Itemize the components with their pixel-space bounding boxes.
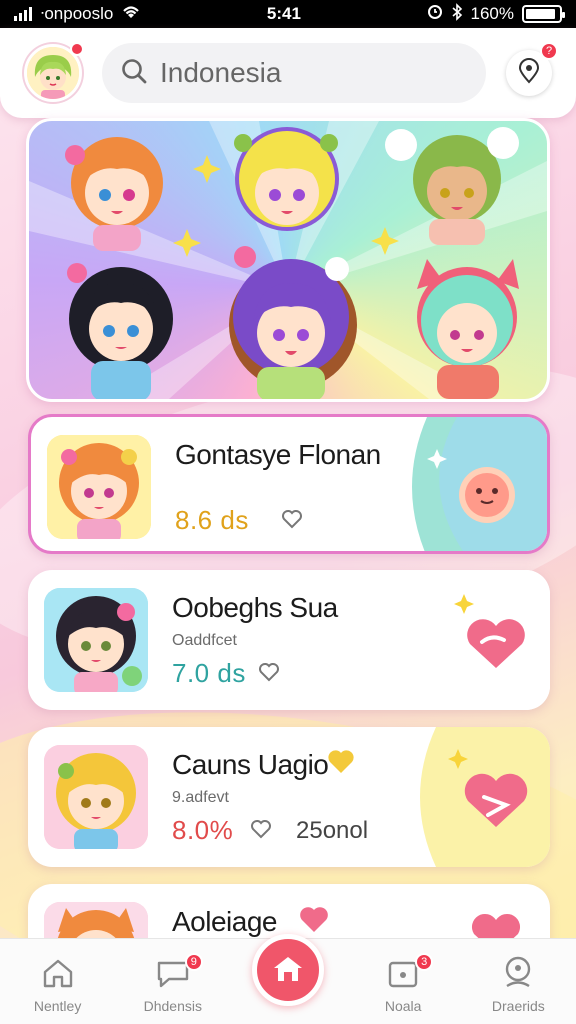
battery-percent: 160% bbox=[470, 4, 514, 23]
nav-badge: 3 bbox=[415, 953, 434, 971]
carrier-label: ᐧonpooslo bbox=[40, 4, 114, 23]
heart-icon bbox=[326, 747, 356, 780]
character-green bbox=[385, 127, 519, 245]
location-pin-icon bbox=[517, 57, 541, 89]
clock: 5:41 bbox=[266, 4, 301, 23]
card-title: Cauns Uagio bbox=[172, 749, 329, 780]
heart-outline-icon bbox=[281, 509, 303, 534]
heart-outline-icon bbox=[258, 662, 280, 687]
banner-illustration bbox=[29, 121, 547, 399]
nav-label: Noala bbox=[384, 998, 422, 1014]
thumbnail bbox=[47, 435, 151, 539]
card-decoration bbox=[397, 417, 547, 551]
nav-item-chat[interactable]: 9 Dhdensis bbox=[123, 953, 223, 1014]
search-bar[interactable] bbox=[102, 43, 486, 103]
signal-icon bbox=[14, 7, 32, 21]
alarm-icon bbox=[427, 4, 443, 25]
nav-label: Draerids bbox=[491, 998, 545, 1014]
card-decoration bbox=[400, 727, 550, 867]
profile-avatar-button[interactable] bbox=[24, 42, 84, 102]
nav-badge: 9 bbox=[184, 953, 203, 971]
card-extra: 25onol bbox=[296, 817, 369, 844]
home-icon bbox=[271, 954, 305, 987]
featured-banner[interactable] bbox=[26, 118, 550, 402]
nav-item-center-home[interactable] bbox=[238, 934, 338, 1014]
thumbnail bbox=[44, 588, 148, 692]
wifi-icon bbox=[121, 4, 141, 25]
list-item[interactable]: Oobeghs Sua Oaddfcet 7.0 ds bbox=[28, 570, 550, 710]
profile-icon bbox=[501, 955, 535, 992]
nav-item-calendar[interactable]: 3 Noala bbox=[353, 953, 453, 1014]
app-header: ? bbox=[0, 28, 576, 118]
card-subtitle: 9.adfevt bbox=[172, 789, 229, 806]
nav-item-profile[interactable]: Draerids bbox=[468, 955, 568, 1014]
bluetooth-icon bbox=[451, 2, 463, 26]
nav-label: Dhdensis bbox=[143, 998, 202, 1014]
card-title: Oobeghs Sua bbox=[172, 592, 338, 623]
list-item[interactable]: Cauns Uagio 9.adfevt 8.0% 25onol bbox=[28, 727, 550, 867]
card-decoration bbox=[400, 570, 550, 710]
status-bar: ᐧonpooslo 5:41 160% bbox=[0, 0, 576, 28]
battery-icon bbox=[522, 5, 565, 23]
nav-item-home[interactable]: Nentley bbox=[8, 957, 108, 1014]
search-icon bbox=[120, 57, 148, 90]
list-item[interactable]: Gontasye Flonan 8.6 ds bbox=[28, 414, 550, 554]
home-button[interactable] bbox=[251, 934, 324, 1006]
character-purple bbox=[229, 246, 357, 399]
heart-outline-icon bbox=[250, 819, 272, 844]
card-subtitle: Oaddfcet bbox=[172, 632, 237, 649]
location-button[interactable]: ? bbox=[506, 42, 558, 96]
card-stat: 8.6 ds bbox=[175, 505, 249, 535]
card-title: Gontasye Flonan bbox=[175, 439, 381, 470]
nav-label: Nentley bbox=[33, 998, 82, 1014]
notification-badge bbox=[70, 42, 84, 56]
search-input[interactable] bbox=[160, 57, 468, 89]
location-badge: ? bbox=[540, 42, 558, 60]
thumbnail bbox=[44, 745, 148, 849]
card-stat: 8.0% bbox=[172, 815, 234, 845]
character-blonde bbox=[234, 127, 339, 231]
card-stat: 7.0 ds bbox=[172, 658, 246, 688]
bottom-navigation: Nentley 9 Dhdensis 3 Noala Draerids bbox=[0, 934, 576, 1024]
home-outline-icon bbox=[41, 957, 75, 992]
